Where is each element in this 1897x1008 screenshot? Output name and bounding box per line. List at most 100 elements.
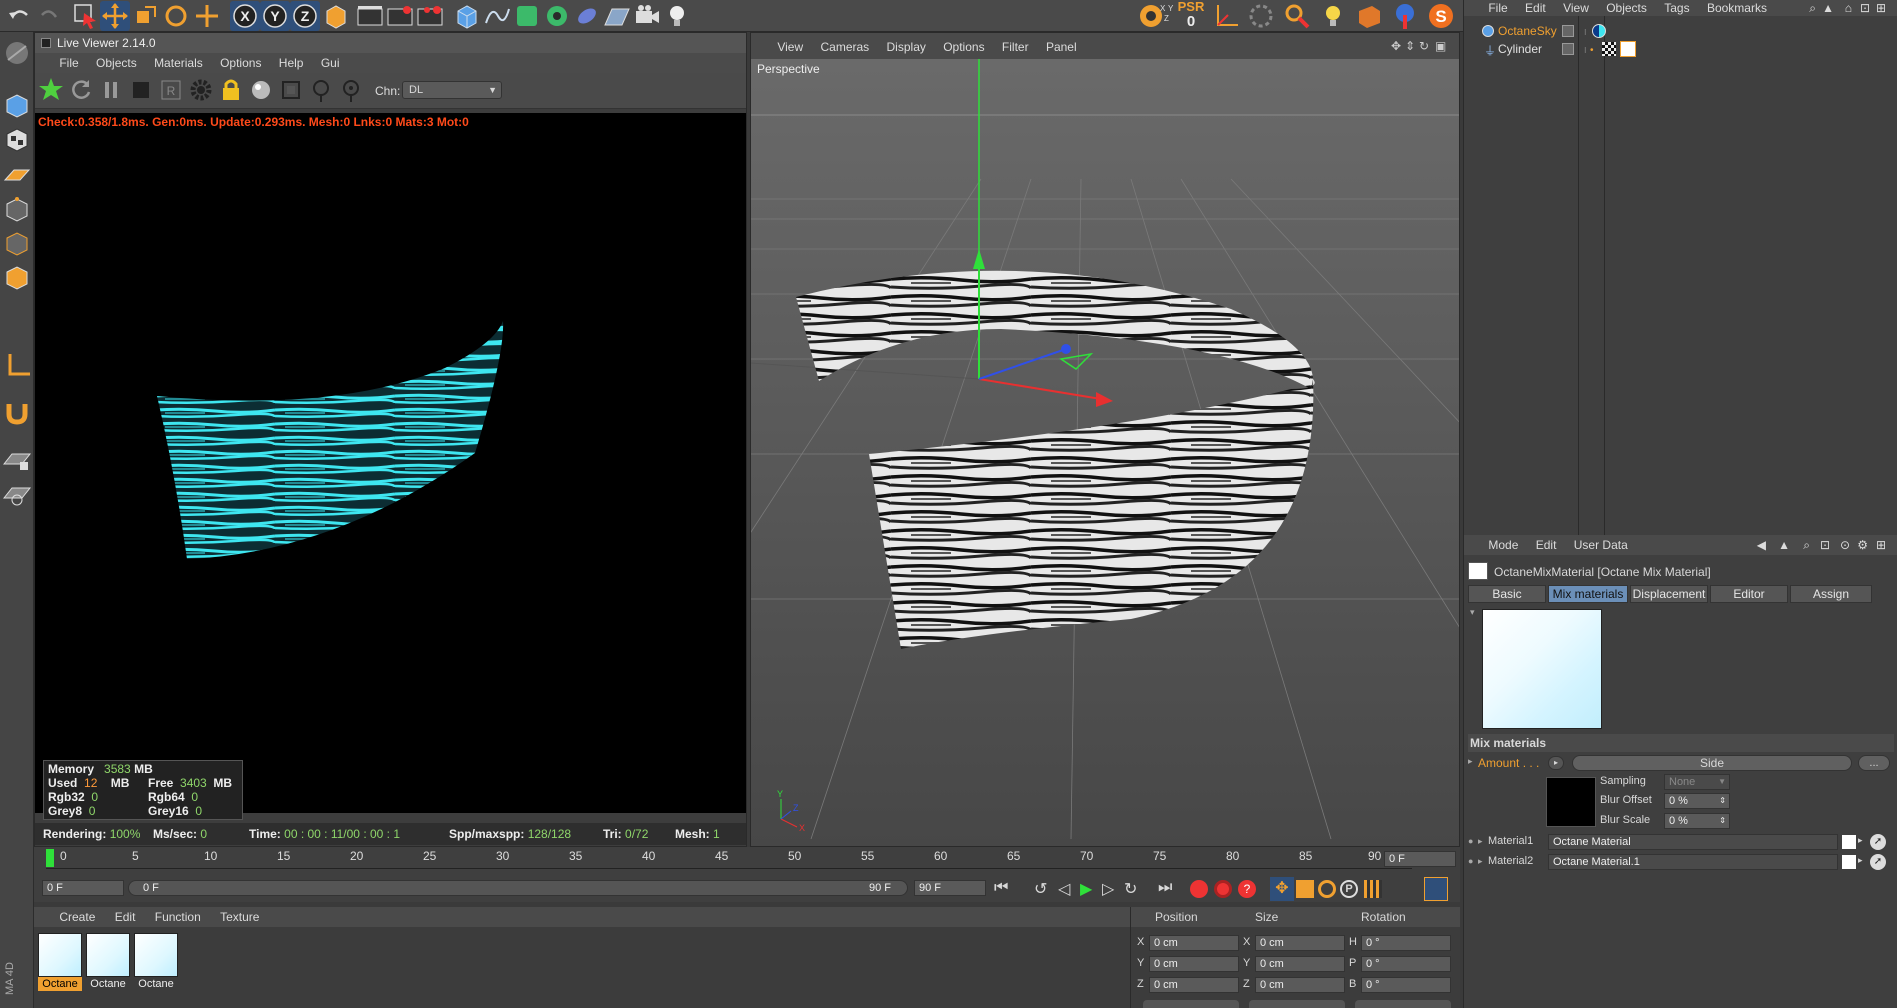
am-menu-mode[interactable]: Mode (1481, 535, 1525, 555)
max-frame-field[interactable]: 90 F (914, 880, 986, 896)
om-menu-view[interactable]: View (1556, 0, 1596, 16)
vp-menu-cameras[interactable]: Cameras (813, 37, 876, 57)
pause-icon[interactable] (97, 76, 125, 104)
snap-icon[interactable] (1246, 1, 1276, 31)
om-menu-bookmarks[interactable]: Bookmarks (1700, 0, 1774, 16)
octane-send-icon[interactable] (37, 76, 65, 104)
object-row-cylinder[interactable]: ⏚ Cylinder ⁝ • (1464, 40, 1897, 58)
record-keys-icon[interactable] (385, 1, 415, 31)
lv-menu-file[interactable]: File (52, 53, 85, 73)
position-y-field[interactable]: 0 cm (1149, 956, 1239, 972)
tab-assign[interactable]: Assign (1790, 585, 1872, 603)
texture-tag-icon[interactable] (1602, 42, 1616, 56)
autokey-icon[interactable] (415, 1, 445, 31)
link-arrow-icon[interactable]: ➚ (1870, 854, 1886, 870)
transform-icon[interactable] (192, 1, 222, 31)
vp-menu-display[interactable]: Display (880, 37, 933, 57)
live-render-view[interactable] (35, 113, 746, 813)
go-to-start-icon[interactable]: ⏮ (994, 879, 1008, 897)
size-y-field[interactable]: 0 cm (1255, 956, 1345, 972)
edges-mode-icon[interactable] (2, 228, 32, 258)
points-mode-icon[interactable] (2, 194, 32, 224)
mograph-icon[interactable] (542, 1, 572, 31)
axis-mode-icon[interactable] (2, 350, 32, 380)
key-position-icon[interactable]: ✥ (1270, 877, 1294, 901)
settings-gear-icon[interactable] (187, 76, 215, 104)
key-pla-icon[interactable] (1364, 880, 1382, 898)
stop-icon[interactable] (127, 76, 155, 104)
animate-dot-icon[interactable]: ● (1468, 836, 1473, 846)
object-row-octanesky[interactable]: OctaneSky ⁝ (1464, 22, 1897, 40)
prev-key-icon[interactable]: ↺ (1034, 879, 1047, 899)
workplane-icon[interactable] (2, 160, 32, 190)
object-name[interactable]: Cylinder (1498, 40, 1542, 58)
clay-mode-icon[interactable] (277, 76, 305, 104)
polygons-mode-icon[interactable] (2, 262, 32, 292)
position-x-field[interactable]: 0 cm (1149, 935, 1239, 951)
coord-system-icon[interactable] (321, 1, 351, 31)
mm-menu-function[interactable]: Function (147, 907, 209, 927)
restart-icon[interactable] (67, 76, 95, 104)
key-scale-icon[interactable] (1296, 880, 1314, 898)
lv-menu-materials[interactable]: Materials (147, 53, 210, 73)
panel-grip-icon[interactable] (41, 38, 51, 48)
key-rotation-icon[interactable] (1318, 880, 1336, 898)
mm-menu-texture[interactable]: Texture (212, 907, 267, 927)
tab-editor[interactable]: Editor (1710, 585, 1788, 603)
am-menu-user-data[interactable]: User Data (1567, 535, 1635, 555)
rotation-b-field[interactable]: 0 ° (1361, 977, 1451, 993)
expand-arrow-icon[interactable]: ▸ (1478, 836, 1483, 847)
render-icon[interactable] (1282, 1, 1312, 31)
key-param-icon[interactable]: P (1340, 880, 1358, 898)
blur-scale-field[interactable]: 0 % ⇕ (1664, 813, 1730, 829)
material-thumbnail[interactable]: Octane (38, 933, 82, 991)
scale-icon[interactable] (131, 1, 161, 31)
mm-menu-edit[interactable]: Edit (107, 907, 144, 927)
key-help-icon[interactable]: ? (1238, 880, 1256, 898)
render-toggle-icon[interactable]: ⁝ (1584, 42, 1587, 60)
sculpt-brush-icon[interactable] (2, 38, 32, 68)
zoom-icon[interactable]: ⇕ (1405, 39, 1415, 53)
current-frame-field[interactable]: 0 F (1384, 851, 1456, 867)
side-button[interactable]: Side (1572, 755, 1852, 771)
more-button[interactable]: ... (1858, 755, 1890, 771)
size-mode-button[interactable] (1249, 1000, 1345, 1008)
amount-texture-preview[interactable] (1546, 777, 1596, 827)
playhead[interactable] (46, 849, 54, 867)
material-icon[interactable] (1354, 1, 1384, 31)
region-icon[interactable]: R (157, 76, 185, 104)
locked-workplane-icon[interactable] (2, 446, 32, 476)
camera-label[interactable]: Perspective (757, 62, 820, 76)
stepper-icon[interactable]: ⇕ (1719, 794, 1726, 808)
material1-link-field[interactable]: Octane Material (1548, 834, 1838, 850)
play-icon[interactable]: ▶ (1080, 879, 1092, 899)
tab-mix-materials[interactable]: Mix materials (1548, 585, 1628, 603)
viewport-canvas[interactable]: Y X Z Perspective (751, 59, 1459, 846)
rotate-icon[interactable] (161, 1, 191, 31)
amount-play-icon[interactable]: ▸ (1548, 756, 1564, 770)
start-frame-field[interactable]: 0 F (42, 880, 124, 896)
vp-menu-view[interactable]: View (770, 37, 810, 57)
maximize-icon[interactable]: ▣ (1435, 39, 1446, 53)
apply-button[interactable] (1355, 1000, 1451, 1008)
tag-dots-icon[interactable]: • (1590, 42, 1594, 60)
z-axis-icon[interactable]: Z (290, 1, 320, 31)
floor-icon[interactable] (602, 1, 632, 31)
expand-arrow-icon[interactable]: ▸ (1858, 855, 1863, 866)
go-to-end-icon[interactable]: ⏭ (1158, 879, 1172, 897)
material-thumbnail[interactable]: Octane (86, 933, 130, 991)
axis-icon[interactable] (1210, 1, 1240, 31)
vp-menu-filter[interactable]: Filter (995, 37, 1036, 57)
lv-menu-gui[interactable]: Gui (314, 53, 347, 73)
next-key-icon[interactable]: ↻ (1124, 879, 1137, 899)
material-preview[interactable] (1482, 609, 1602, 729)
om-menu-tags[interactable]: Tags (1657, 0, 1696, 16)
material2-link-field[interactable]: Octane Material.1 (1548, 854, 1838, 870)
pick-focus-icon[interactable] (307, 76, 335, 104)
new-panel-icon[interactable]: ⊞ (1869, 0, 1893, 16)
object-mode-button[interactable] (1143, 1000, 1239, 1008)
frame-range-slider[interactable]: 0 F 90 F (128, 880, 908, 896)
up-arrow-icon[interactable]: ▲ (1771, 535, 1797, 555)
material-tag-icon[interactable] (1620, 41, 1636, 57)
undo-icon[interactable] (4, 1, 34, 31)
